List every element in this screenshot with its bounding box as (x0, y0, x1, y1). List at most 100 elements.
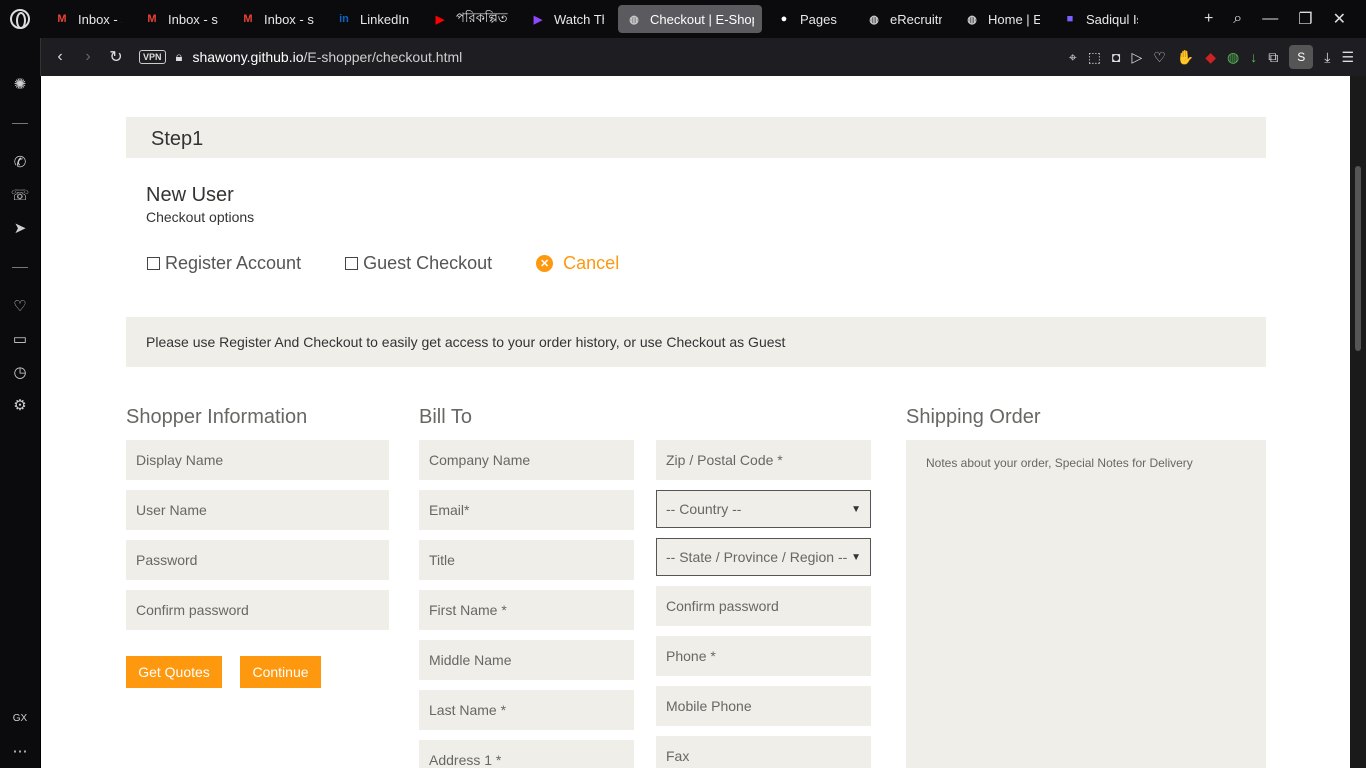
cancel-link[interactable]: ✕ Cancel (536, 253, 619, 274)
page-scrollbar[interactable] (1350, 76, 1366, 768)
heart-icon[interactable]: ♡ (1153, 49, 1166, 66)
browser-tab[interactable]: ▶ পরিকল্পিত (424, 5, 516, 33)
downloads-icon[interactable]: ⤓ (1324, 49, 1330, 66)
gmail-icon: M (147, 13, 157, 25)
messenger-icon[interactable]: ✆ (10, 152, 30, 172)
address1-input[interactable]: Address 1 * (419, 740, 634, 768)
url-host: shawony.github.io (192, 49, 304, 65)
notice-text: Please use Register And Checkout to easi… (146, 334, 786, 350)
back-button[interactable]: ‹ (47, 44, 73, 70)
tab-label: Home | E (988, 11, 1040, 27)
browser-tab[interactable]: M Inbox - sh (232, 5, 322, 33)
browser-tab[interactable]: ▶ Watch Th (522, 5, 612, 33)
browser-tab[interactable]: ◍ Home | E (956, 5, 1048, 33)
whatsapp-icon[interactable]: ☏ (10, 185, 30, 205)
close-window-button[interactable]: ✕ (1333, 9, 1346, 29)
cancel-icon: ✕ (536, 255, 554, 272)
continue-button[interactable]: Continue (240, 656, 321, 688)
search-tabs-icon[interactable]: ⌕ (1233, 10, 1242, 28)
extensions-puzzle-icon[interactable]: ⧉ (1268, 49, 1278, 66)
browser-tab[interactable]: M Inbox - sa (136, 5, 226, 33)
register-account-label: Register Account (165, 253, 302, 273)
pin-icon[interactable]: ⌖ (1069, 49, 1077, 66)
linkedin-icon: in (339, 13, 349, 25)
window-controls: + ⌕ — ❐ ✕ (1204, 9, 1366, 29)
download-arrow-icon[interactable]: ↓ (1250, 49, 1257, 65)
register-account-option[interactable]: Register Account (147, 253, 301, 274)
last-name-input[interactable]: Last Name * (419, 690, 634, 730)
browser-tab[interactable]: in LinkedIn (328, 5, 418, 33)
display-name-input[interactable]: Display Name (126, 440, 389, 480)
email-input[interactable]: Email* (419, 490, 634, 530)
country-select-value: -- Country -- (666, 501, 742, 517)
guest-checkout-checkbox[interactable] (345, 257, 359, 270)
mobile-phone-input[interactable]: Mobile Phone (656, 686, 871, 726)
guest-checkout-option[interactable]: Guest Checkout (345, 253, 492, 274)
password-input[interactable]: Password (126, 540, 389, 580)
shipping-order-title: Shipping Order (906, 406, 1041, 428)
reload-button[interactable]: ↻ (103, 44, 129, 70)
lock-icon[interactable]: 🔒︎ (176, 49, 183, 65)
title-input[interactable]: Title (419, 540, 634, 580)
restore-button[interactable]: ❐ (1298, 9, 1312, 29)
browser-tab[interactable]: ◍ Checkout | E-Shop (618, 5, 762, 33)
extension-red-hand-icon[interactable]: ✋ (1177, 49, 1194, 66)
state-select-value: -- State / Province / Region -- (666, 549, 848, 565)
extension-globe-icon[interactable]: ◍ (1227, 49, 1239, 66)
url-field[interactable]: shawony.github.io/E-shopper/checkout.htm… (192, 49, 462, 65)
middle-name-input[interactable]: Middle Name (419, 640, 634, 680)
minimize-button[interactable]: — (1262, 10, 1278, 28)
snapshot-icon[interactable]: ⬚ (1088, 49, 1101, 66)
heart-icon[interactable]: ♡ (10, 296, 30, 316)
first-name-input[interactable]: First Name * (419, 590, 634, 630)
user-name-input[interactable]: User Name (126, 490, 389, 530)
cancel-label: Cancel (563, 253, 620, 273)
confirm-password-input[interactable]: Confirm password (126, 590, 389, 630)
browser-tab[interactable]: ● Pages (768, 5, 852, 33)
chevron-down-icon: ▼ (851, 503, 861, 515)
fax-input[interactable]: Fax (656, 736, 871, 768)
settings-gear-icon[interactable]: ⚙ (10, 395, 30, 415)
wallet-icon[interactable]: ▭ (10, 329, 30, 349)
gx-label[interactable]: GX (10, 708, 30, 728)
state-select[interactable]: -- State / Province / Region -- ▼ (656, 538, 871, 576)
country-select[interactable]: -- Country -- ▼ (656, 490, 871, 528)
step-header: Step1 (126, 117, 1266, 158)
phone-input[interactable]: Phone * (656, 636, 871, 676)
scrollbar-thumb[interactable] (1355, 166, 1361, 351)
extensions-toolbar: ⌖ ⬚ ◘ ▷ ♡ ✋ ◆ ◍ ↓ ⧉ S ⤓ ☰ (1069, 45, 1366, 69)
company-name-input[interactable]: Company Name (419, 440, 634, 480)
new-tab-button[interactable]: + (1204, 10, 1213, 28)
easy-setup-menu-icon[interactable]: ☰ (1341, 49, 1354, 66)
ublock-icon[interactable]: ◆ (1205, 49, 1216, 66)
more-icon[interactable]: ⋯ (10, 741, 30, 761)
register-account-checkbox[interactable] (147, 257, 160, 270)
browser-tab[interactable]: ◍ eRecruitm (858, 5, 950, 33)
order-notes-placeholder: Notes about your order, Special Notes fo… (926, 456, 1193, 470)
sidebar-divider (12, 267, 28, 268)
tab-label: Watch Th (554, 11, 604, 27)
vpn-badge[interactable]: VPN (139, 50, 166, 64)
play-icon: ▶ (533, 13, 543, 26)
globe-icon: ◍ (967, 13, 977, 26)
checkout-options-row: Register Account Guest Checkout ✕ Cancel (147, 253, 619, 274)
send-icon[interactable]: ▷ (1131, 49, 1142, 66)
get-quotes-button[interactable]: Get Quotes (126, 656, 222, 688)
opera-logo-icon[interactable] (0, 0, 40, 38)
browser-tab[interactable]: M Inbox - sh (46, 5, 130, 33)
profile-avatar[interactable]: S (1289, 45, 1314, 69)
forward-button[interactable]: › (75, 44, 101, 70)
browser-tab[interactable]: ■ Sadiqul Is (1054, 5, 1146, 33)
globe-icon: ◍ (869, 13, 879, 26)
history-icon[interactable]: ◷ (10, 362, 30, 382)
telegram-icon[interactable]: ➤ (10, 218, 30, 238)
bill-to-title: Bill To (419, 406, 472, 428)
order-notes-textarea[interactable]: Notes about your order, Special Notes fo… (906, 440, 1266, 768)
bill-confirm-password-input[interactable]: Confirm password (656, 586, 871, 626)
pocket-icon[interactable]: ◘ (1112, 49, 1120, 65)
checkout-page: Step1 New User Checkout options Register… (41, 76, 1350, 768)
tab-label: LinkedIn (360, 11, 410, 27)
zip-input[interactable]: Zip / Postal Code * (656, 440, 871, 480)
chatgpt-icon[interactable]: ✺ (10, 74, 30, 94)
tab-label: পরিকল্পিত (456, 9, 508, 25)
